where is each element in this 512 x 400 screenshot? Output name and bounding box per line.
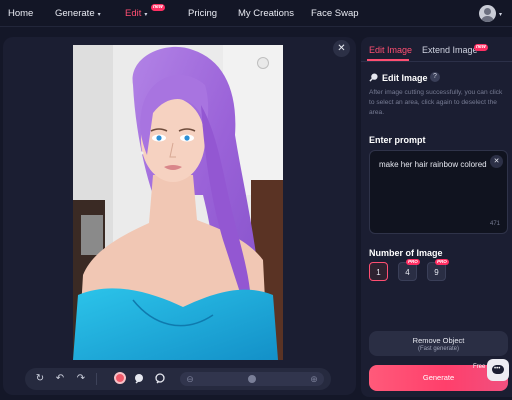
rotate-icon[interactable]: ↻ xyxy=(34,373,46,385)
top-navigation: Home Generate ▾ Edit ▾ new Pricing My Crea… xyxy=(0,0,512,27)
chevron-down-icon: ▾ xyxy=(144,12,148,18)
close-button[interactable]: ✕ xyxy=(333,40,350,57)
prompt-char-count: 471 xyxy=(490,221,501,227)
nav-my-creations[interactable]: My Creations xyxy=(238,8,294,19)
pro-badge: PRO xyxy=(406,259,420,265)
prompt-label: Enter prompt xyxy=(369,135,426,145)
tab-edit-image[interactable]: Edit Image xyxy=(369,45,412,55)
chat-dots-icon: ••• xyxy=(494,366,501,372)
brush-add-icon[interactable] xyxy=(133,373,145,385)
edited-photo[interactable] xyxy=(73,45,283,360)
tab-extend-image[interactable]: Extend Image new xyxy=(422,44,488,55)
redo-icon[interactable]: ↷ xyxy=(75,373,87,385)
new-badge: new xyxy=(474,44,488,51)
tab-extend-image-label: Extend Image xyxy=(422,45,478,55)
chevron-down-icon[interactable]: ▾ xyxy=(499,11,502,18)
remove-object-sublabel: (Fast generate) xyxy=(417,346,460,352)
edit-section-title: Edit Image xyxy=(382,73,428,83)
clear-prompt-button[interactable]: ✕ xyxy=(490,155,503,168)
chat-support-button[interactable]: ••• xyxy=(487,359,509,381)
avatar-body xyxy=(481,16,494,22)
undo-icon[interactable]: ↶ xyxy=(54,373,66,385)
portrait-image xyxy=(73,45,283,360)
zoom-in-icon[interactable]: ⊕ xyxy=(308,373,320,385)
pro-badge: PRO xyxy=(435,259,449,265)
edit-section-header: Edit Image xyxy=(369,73,428,83)
prompt-text: make her hair rainbow colored xyxy=(379,160,487,169)
nav-pricing[interactable]: Pricing xyxy=(188,8,217,19)
nav-edit[interactable]: Edit ▾ new xyxy=(125,4,165,19)
new-badge: new xyxy=(151,4,165,11)
number-of-image-label: Number of Image xyxy=(369,248,443,258)
free-tag: Free xyxy=(473,364,486,370)
avatar-head xyxy=(484,8,491,15)
chevron-down-icon: ▾ xyxy=(97,12,101,18)
zoom-slider-knob[interactable] xyxy=(248,375,256,383)
brush-remove-icon[interactable] xyxy=(154,373,166,385)
nav-generate[interactable]: Generate ▾ xyxy=(55,8,101,19)
photo-select-marker[interactable] xyxy=(257,57,269,69)
tab-divider xyxy=(361,61,512,62)
remove-object-button[interactable]: Remove Object (Fast generate) xyxy=(369,331,508,356)
zoom-slider[interactable]: ⊖ ⊕ xyxy=(180,372,324,386)
remove-object-label: Remove Object xyxy=(412,336,465,345)
toolbar-divider xyxy=(96,373,97,385)
number-option-1[interactable]: 1 xyxy=(369,262,388,281)
nav-generate-label: Generate xyxy=(55,8,95,19)
zoom-out-icon[interactable]: ⊖ xyxy=(184,373,196,385)
user-avatar[interactable] xyxy=(479,5,496,22)
nav-face-swap[interactable]: Face Swap xyxy=(311,8,359,19)
nav-edit-label: Edit xyxy=(125,8,142,19)
help-icon[interactable]: ? xyxy=(430,72,440,82)
prompt-input[interactable]: make her hair rainbow colored xyxy=(369,150,508,234)
nav-home[interactable]: Home xyxy=(8,8,33,19)
brush-icon xyxy=(369,73,378,82)
edit-instructions: After image cutting successfully, you ca… xyxy=(369,89,503,116)
brush-color-selector[interactable] xyxy=(114,372,126,384)
